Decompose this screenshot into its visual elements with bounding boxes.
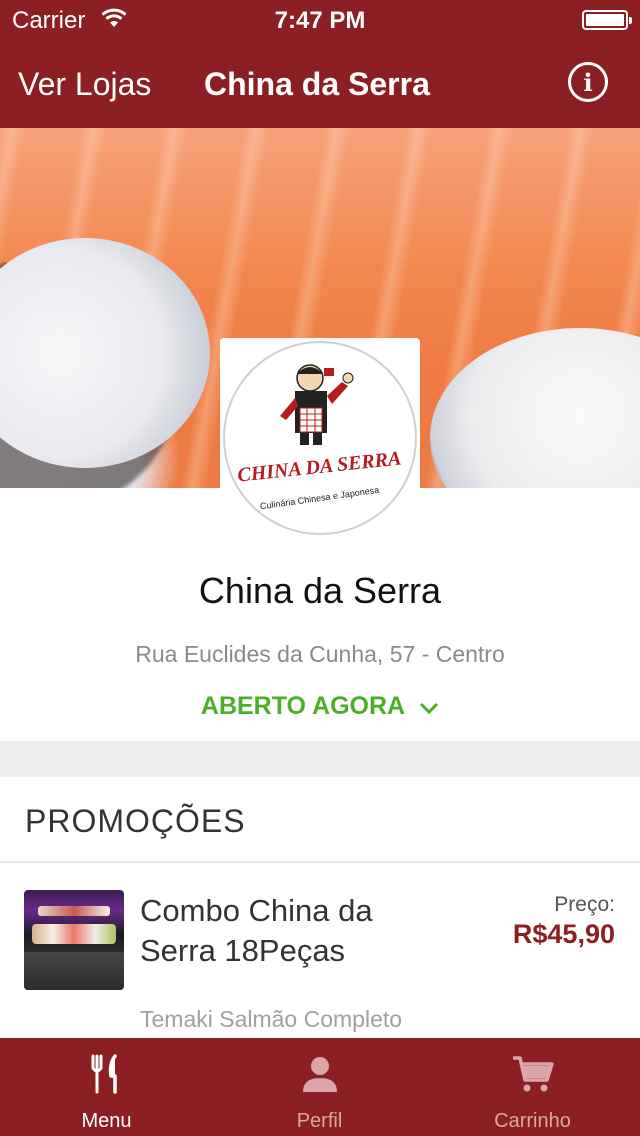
tab-carrinho-label: Carrinho [494, 1110, 571, 1132]
store-status-toggle[interactable]: ABERTO AGORA [0, 692, 640, 722]
promotion-price: R$45,90 [512, 919, 615, 949]
promotion-thumbnail [24, 890, 124, 990]
hero-rice-left [0, 238, 210, 468]
status-bar: Carrier 7:47 PM [0, 0, 640, 40]
page-title: China da Serra [204, 66, 430, 102]
tab-perfil[interactable]: Perfil [213, 1038, 426, 1136]
promotions-title: PROMOÇÕES [25, 803, 246, 839]
promotion-description: Temaki Salmão Completo [140, 1006, 403, 1032]
promotions-header: PROMOÇÕES [0, 777, 640, 863]
cart-icon [511, 1054, 555, 1099]
tab-bar: Menu Perfil Carrinho [0, 1038, 640, 1136]
fork-knife-icon [87, 1054, 127, 1099]
navigation-bar: Ver Lojas China da Serra i [0, 40, 640, 128]
store-name: China da Serra [198, 570, 442, 611]
tab-carrinho[interactable]: Carrinho [426, 1038, 639, 1136]
tab-menu[interactable]: Menu [0, 1038, 213, 1136]
info-icon[interactable]: i [568, 62, 608, 102]
chevron-down-icon [419, 693, 439, 722]
store-logo: CHINA DA SERRA Culinária Chinesa e Japon… [220, 338, 420, 538]
hero-rice-right [430, 328, 640, 488]
section-divider [0, 741, 640, 777]
tab-menu-label: Menu [81, 1110, 132, 1132]
tab-perfil-label: Perfil [296, 1110, 343, 1132]
promotion-name: Combo China da Serra 18Peças [140, 893, 373, 968]
store-status-label: ABERTO AGORA [200, 692, 405, 720]
promotion-price-label: Preço: [554, 893, 615, 916]
promotion-list-item[interactable]: Combo China da Serra 18Peças Preço: R$45… [0, 865, 640, 1040]
battery-icon [582, 10, 632, 30]
status-time: 7:47 PM [274, 7, 366, 34]
person-icon [300, 1054, 340, 1099]
store-address: Rua Euclides da Cunha, 57 - Centro [135, 641, 505, 667]
back-button[interactable]: Ver Lojas [18, 66, 151, 103]
